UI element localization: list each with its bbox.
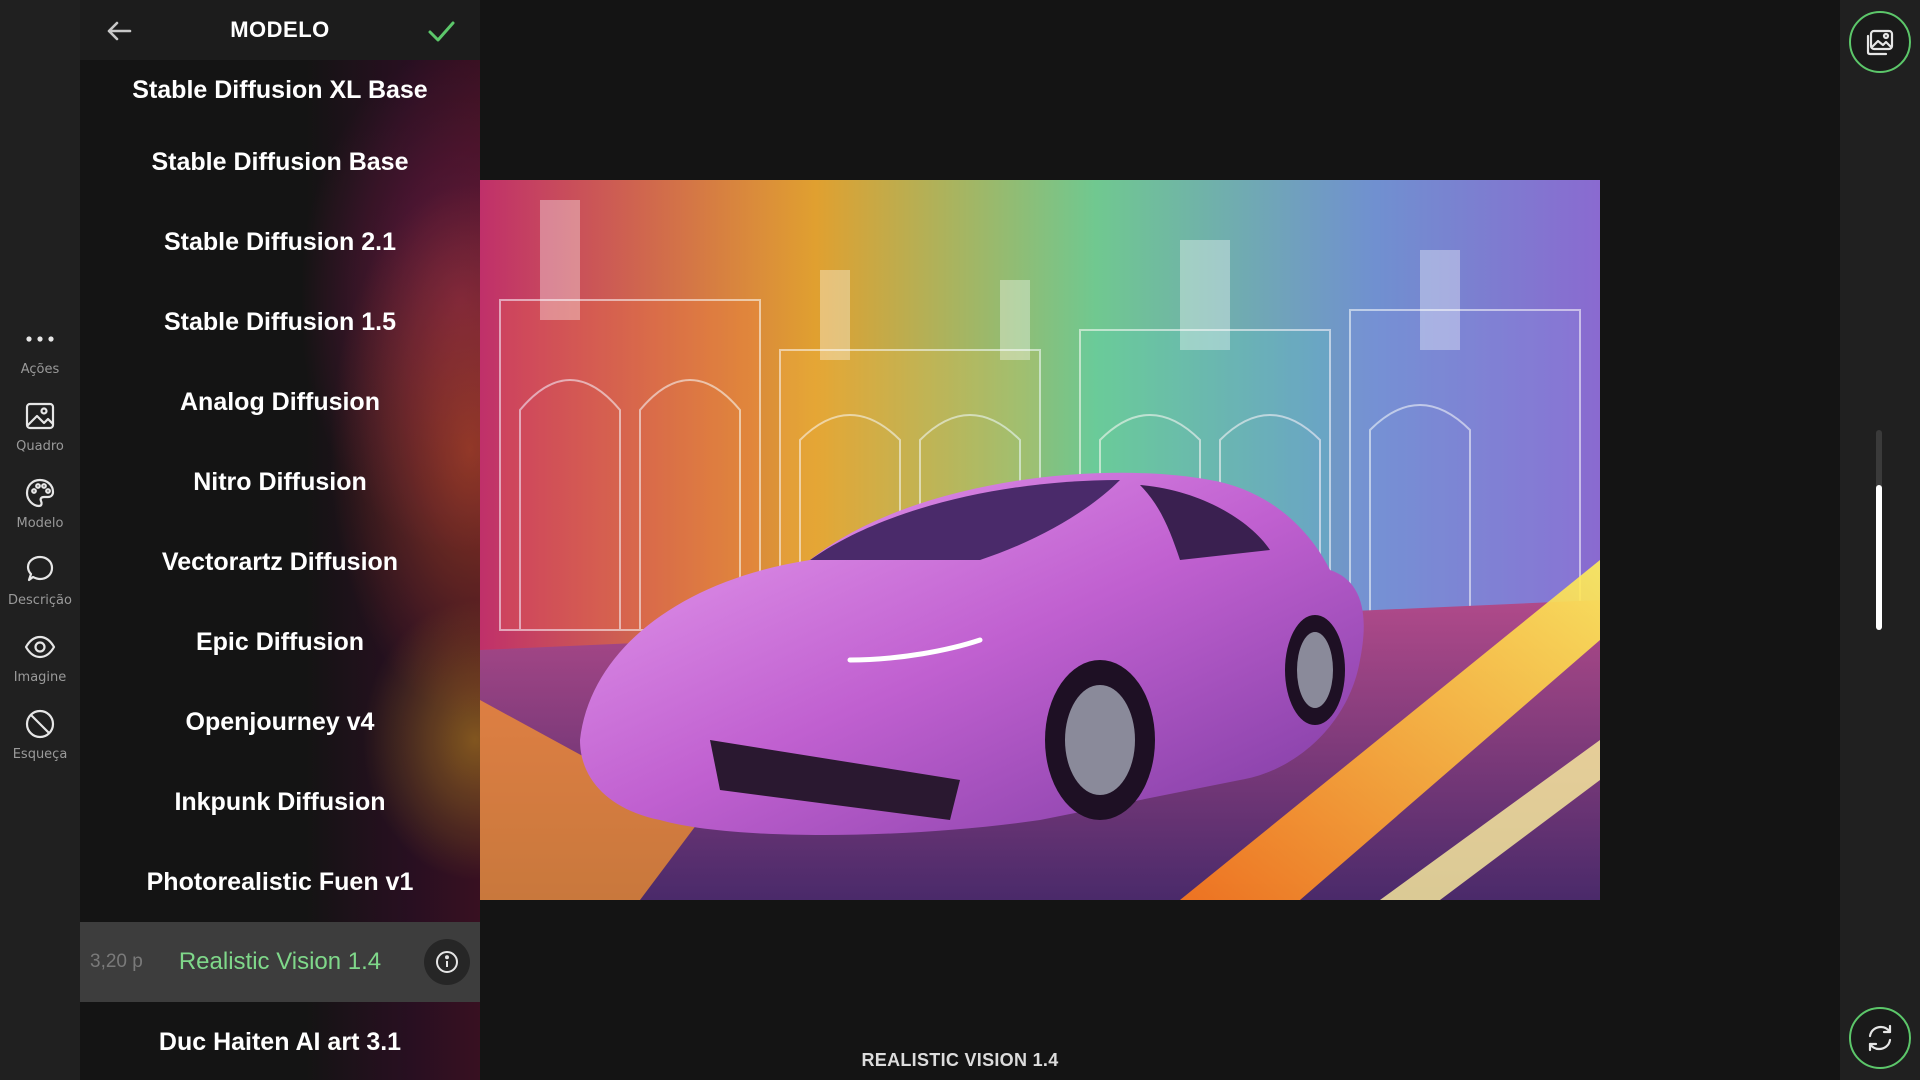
image-frame-icon: [25, 402, 55, 430]
model-item-label: Vectorartz Diffusion: [161, 547, 399, 576]
model-item[interactable]: Stable Diffusion XL Base: [80, 60, 480, 122]
back-button[interactable]: [102, 14, 136, 48]
more-dots-icon: [26, 336, 54, 342]
model-item[interactable]: Stable Diffusion Base: [80, 122, 480, 202]
refresh-button[interactable]: [1849, 1007, 1911, 1069]
panel-title: MODELO: [230, 17, 330, 42]
left-icon-rail: Ações Quadro Modelo Descrição Imagine Es…: [0, 0, 80, 1080]
generated-image: [480, 180, 1600, 900]
model-list: Stable Diffusion XL Base Stable Diffusio…: [80, 60, 480, 1080]
model-item-label: Stable Diffusion XL Base: [132, 76, 428, 104]
model-item-label: Inkpunk Diffusion: [174, 787, 386, 816]
model-item[interactable]: Duc Haiten AI art 3.1: [80, 1002, 480, 1080]
model-item[interactable]: Nitro Diffusion: [80, 442, 480, 522]
model-item-label: Epic Diffusion: [195, 627, 365, 656]
model-price: 3,20 p: [90, 951, 143, 972]
model-item[interactable]: Inkpunk Diffusion: [80, 762, 480, 842]
palette-icon: [25, 478, 55, 508]
chat-bubble-icon: [26, 555, 54, 582]
model-panel: MODELO Stable Diffusion XL Base Stable D…: [80, 0, 480, 1080]
rail-item-acoes[interactable]: Ações: [0, 322, 80, 394]
info-icon: [436, 951, 458, 973]
rail-item-quadro[interactable]: Quadro: [0, 399, 80, 471]
scrollbar-thumb[interactable]: [1876, 485, 1882, 630]
model-item[interactable]: Photorealistic Fuen v1: [80, 842, 480, 922]
rail-label-quadro: Quadro: [16, 439, 64, 454]
info-button[interactable]: [424, 939, 470, 985]
rail-item-esqueca[interactable]: Esqueça: [0, 707, 80, 779]
model-item-label: Analog Diffusion: [180, 387, 380, 416]
scrollbar[interactable]: [1876, 430, 1882, 630]
model-item-label: Photorealistic Fuen v1: [146, 867, 414, 896]
rail-label-modelo: Modelo: [16, 516, 64, 531]
refresh-icon: [1868, 1024, 1892, 1052]
rail-label-esqueca: Esqueça: [12, 747, 68, 762]
right-rail: [1840, 0, 1920, 1080]
model-caption: REALISTIC VISION 1.4: [861, 1050, 1059, 1070]
model-item[interactable]: Stable Diffusion 1.5: [80, 282, 480, 362]
rail-item-modelo[interactable]: Modelo: [0, 476, 80, 548]
eye-icon: [24, 635, 56, 659]
model-item-label: Stable Diffusion Base: [151, 147, 409, 176]
gallery-icon: [1866, 29, 1894, 56]
ban-icon: [25, 709, 55, 739]
model-item[interactable]: Stable Diffusion 2.1: [80, 202, 480, 282]
arrow-left-icon: [107, 21, 132, 41]
panel-header: MODELO: [80, 0, 480, 60]
model-item[interactable]: Epic Diffusion: [80, 602, 480, 682]
check-icon: [428, 21, 455, 42]
model-item-label: Duc Haiten AI art 3.1: [158, 1027, 402, 1056]
model-item[interactable]: Vectorartz Diffusion: [80, 522, 480, 602]
model-item-label: Openjourney v4: [185, 707, 375, 736]
model-item-label: Realistic Vision 1.4: [178, 948, 382, 975]
model-item-label: Stable Diffusion 2.1: [164, 227, 396, 256]
rail-label-descricao: Descrição: [8, 593, 72, 608]
generated-image-art: [480, 180, 1600, 900]
rail-label-imagine: Imagine: [13, 670, 67, 685]
rail-item-descricao[interactable]: Descrição: [0, 553, 80, 625]
gallery-button[interactable]: [1849, 11, 1911, 73]
model-item[interactable]: Analog Diffusion: [80, 362, 480, 442]
rail-item-imagine[interactable]: Imagine: [0, 630, 80, 702]
app-root: Ações Quadro Modelo Descrição Imagine Es…: [0, 0, 1920, 1080]
model-item-selected[interactable]: 3,20 p Realistic Vision 1.4: [80, 922, 480, 1002]
confirm-button[interactable]: [424, 14, 458, 48]
model-item-label: Nitro Diffusion: [193, 467, 367, 496]
model-item-label: Stable Diffusion 1.5: [164, 307, 396, 336]
model-item[interactable]: Openjourney v4: [80, 682, 480, 762]
rail-label-acoes: Ações: [20, 362, 60, 377]
